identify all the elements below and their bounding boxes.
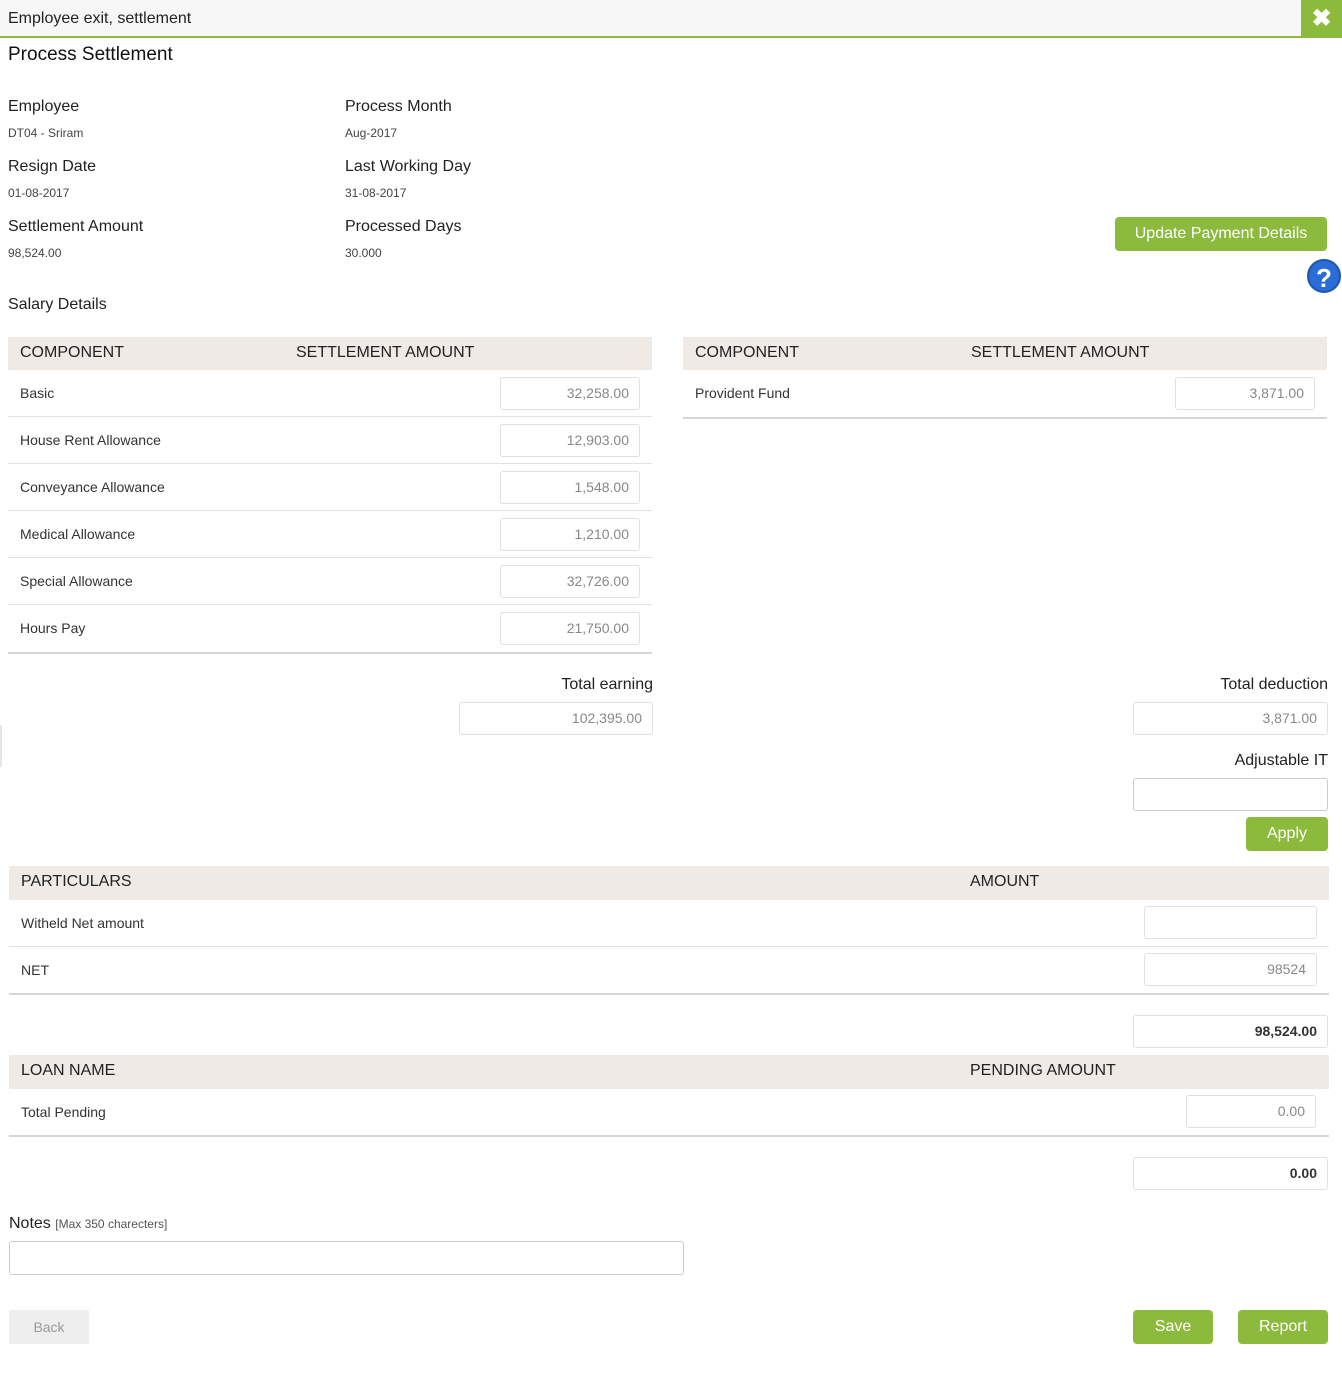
report-button[interactable]: Report [1238, 1310, 1328, 1344]
particulars-total-field[interactable]: 98,524.00 [1133, 1015, 1328, 1048]
table-row: Conveyance Allowance 1,548.00 [8, 464, 652, 511]
adjustable-it-input[interactable] [1133, 778, 1328, 811]
total-deduction-field[interactable]: 3,871.00 [1133, 702, 1328, 735]
table-row: Basic 32,258.00 [8, 370, 652, 417]
loans-total-field[interactable]: 0.00 [1133, 1157, 1328, 1190]
last-working-day-label: Last Working Day [345, 158, 471, 175]
deductions-col-component: COMPONENT [695, 344, 799, 361]
save-button[interactable]: Save [1133, 1310, 1213, 1344]
table-row: Medical Allowance 1,210.00 [8, 511, 652, 558]
table-row: Hours Pay 21,750.00 [8, 605, 652, 654]
deduction-label: Provident Fund [695, 385, 790, 401]
earning-label: Medical Allowance [20, 526, 136, 542]
total-deduction-label: Total deduction [1220, 676, 1328, 693]
apply-button[interactable]: Apply [1246, 817, 1328, 851]
notes-input[interactable] [9, 1241, 684, 1275]
window-title: Employee exit, settlement [8, 10, 192, 27]
net-amount-field[interactable]: 98524 [1144, 953, 1317, 986]
earning-amount-field[interactable]: 32,258.00 [500, 377, 640, 410]
close-icon[interactable]: ✖ [1301, 0, 1342, 38]
notes-hint: [Max 350 charecters] [55, 1217, 168, 1231]
table-row: Witheld Net amount [9, 900, 1329, 947]
left-edge-divider [0, 725, 2, 767]
earning-label: Hours Pay [20, 620, 86, 636]
loan-col-amount: PENDING AMOUNT [970, 1062, 1116, 1079]
salary-details-heading: Salary Details [8, 296, 107, 313]
particular-label: NET [21, 962, 49, 978]
table-row: House Rent Allowance 12,903.00 [8, 417, 652, 464]
deductions-col-amount: SETTLEMENT AMOUNT [971, 344, 1150, 361]
earnings-col-amount: SETTLEMENT AMOUNT [296, 344, 475, 361]
earning-amount-field[interactable]: 21,750.00 [500, 612, 640, 645]
last-working-day-value: 31-08-2017 [345, 186, 407, 200]
table-row: Provident Fund 3,871.00 [683, 370, 1327, 419]
process-month-value: Aug-2017 [345, 126, 398, 140]
window-titlebar: Employee exit, settlement ✖ [0, 0, 1342, 38]
loan-label: Total Pending [21, 1104, 106, 1120]
earnings-table-header: COMPONENT SETTLEMENT AMOUNT [8, 337, 652, 370]
table-row: NET 98524 [9, 947, 1329, 995]
earning-label: Special Allowance [20, 573, 133, 589]
settlement-amount-label: Settlement Amount [8, 218, 144, 235]
deductions-table-header: COMPONENT SETTLEMENT AMOUNT [683, 337, 1327, 370]
deduction-amount-field[interactable]: 3,871.00 [1175, 377, 1315, 410]
back-button[interactable]: Back [9, 1310, 89, 1344]
notes-label: Notes [Max 350 charecters] [9, 1215, 167, 1233]
earning-amount-field[interactable]: 32,726.00 [500, 565, 640, 598]
resign-date-value: 01-08-2017 [8, 186, 70, 200]
table-row: Special Allowance 32,726.00 [8, 558, 652, 605]
loan-pending-field[interactable]: 0.00 [1186, 1095, 1316, 1128]
particular-label: Witheld Net amount [21, 915, 144, 931]
processed-days-value: 30.000 [345, 246, 382, 260]
particulars-table-header: PARTICULARS AMOUNT [9, 866, 1329, 900]
adjustable-it-label: Adjustable IT [1234, 752, 1328, 769]
employee-label: Employee [8, 98, 80, 115]
resign-date-label: Resign Date [8, 158, 97, 175]
employee-value: DT04 - Sriram [8, 126, 84, 140]
process-month-label: Process Month [345, 98, 452, 115]
earning-amount-field[interactable]: 12,903.00 [500, 424, 640, 457]
total-earning-label: Total earning [561, 676, 653, 693]
table-row: Total Pending 0.00 [9, 1089, 1329, 1137]
particulars-col-name: PARTICULARS [21, 873, 132, 890]
earning-label: House Rent Allowance [20, 432, 161, 448]
processed-days-label: Processed Days [345, 218, 462, 235]
update-payment-details-button[interactable]: Update Payment Details [1115, 217, 1327, 251]
withheld-net-amount-input[interactable] [1144, 906, 1317, 939]
notes-label-text: Notes [9, 1215, 51, 1232]
page-title: Process Settlement [8, 44, 173, 65]
help-icon[interactable]: ? [1307, 259, 1341, 293]
particulars-col-amount: AMOUNT [970, 873, 1040, 890]
earning-label: Conveyance Allowance [20, 479, 165, 495]
loan-table-header: LOAN NAME PENDING AMOUNT [9, 1055, 1329, 1089]
earning-amount-field[interactable]: 1,210.00 [500, 518, 640, 551]
earning-amount-field[interactable]: 1,548.00 [500, 471, 640, 504]
loan-col-name: LOAN NAME [21, 1062, 116, 1079]
settlement-amount-value: 98,524.00 [8, 246, 62, 260]
earnings-col-component: COMPONENT [20, 344, 124, 361]
total-earning-field[interactable]: 102,395.00 [459, 702, 653, 735]
earning-label: Basic [20, 385, 55, 401]
